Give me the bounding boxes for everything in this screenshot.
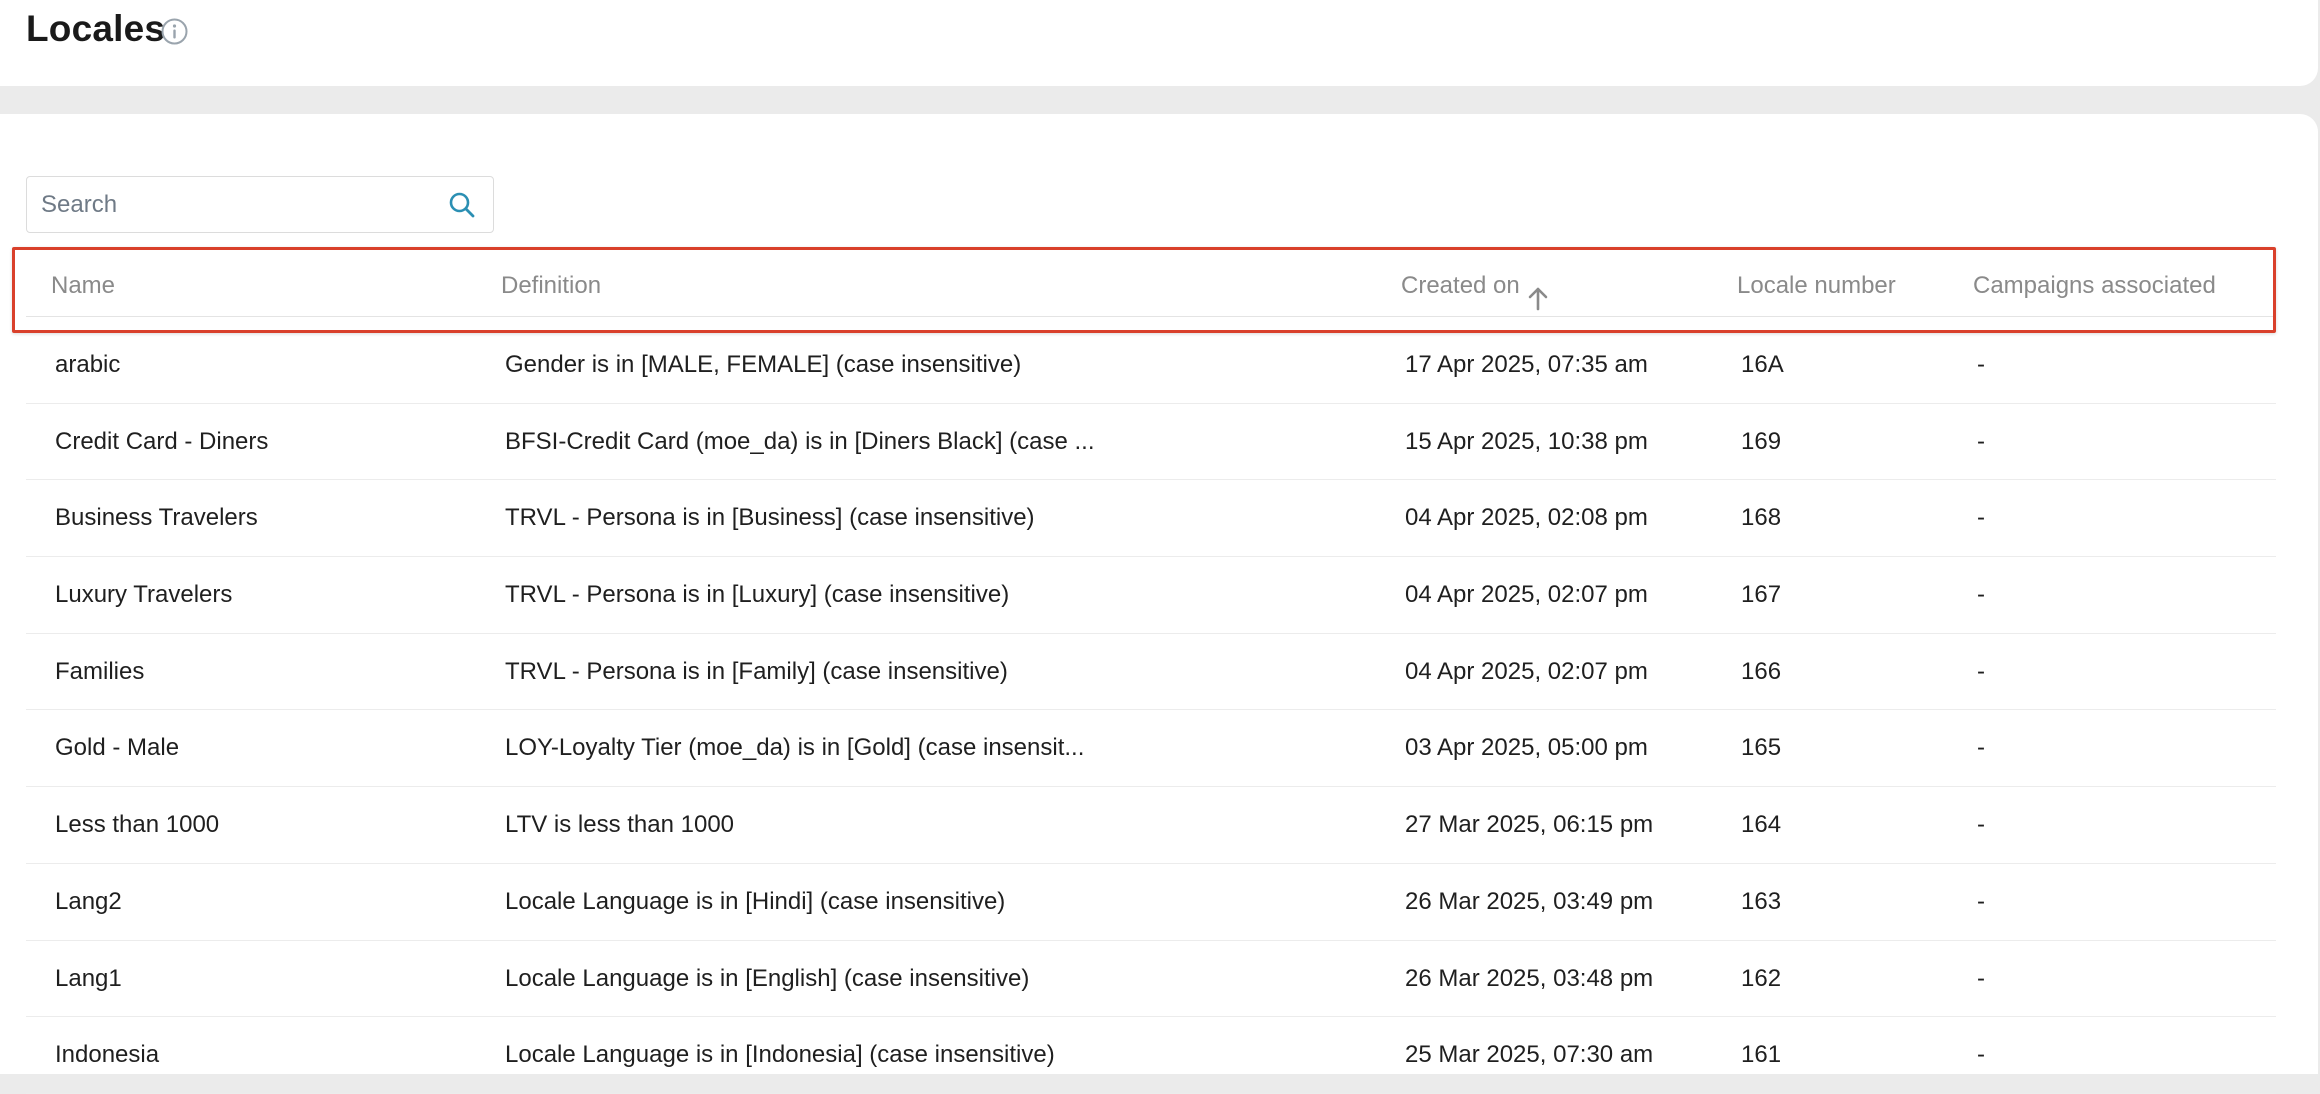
cell-name: Less than 1000 xyxy=(55,787,475,863)
cell-locale-number: 169 xyxy=(1741,404,1941,480)
cell-locale-number: 165 xyxy=(1741,710,1941,786)
cell-locale-number: 163 xyxy=(1741,864,1941,940)
cell-campaigns-associated: - xyxy=(1977,557,2177,633)
cell-definition: Locale Language is in [Indonesia] (case … xyxy=(505,1017,1105,1093)
search-input[interactable] xyxy=(41,177,441,232)
table-header-row: Name Definition Created on Locale number… xyxy=(26,254,2276,317)
cell-created-on: 17 Apr 2025, 07:35 am xyxy=(1405,327,1725,403)
cell-definition: LTV is less than 1000 xyxy=(505,787,1105,863)
column-header-campaigns-associated[interactable]: Campaigns associated xyxy=(1973,254,2216,317)
cell-campaigns-associated: - xyxy=(1977,710,2177,786)
column-header-created-on-label: Created on xyxy=(1401,272,1520,299)
cell-campaigns-associated: - xyxy=(1977,787,2177,863)
table-row[interactable]: Luxury Travelers TRVL - Persona is in [L… xyxy=(26,557,2276,634)
table-row[interactable]: Credit Card - Diners BFSI-Credit Card (m… xyxy=(26,404,2276,481)
cell-definition: LOY-Loyalty Tier (moe_da) is in [Gold] (… xyxy=(505,710,1105,786)
cell-campaigns-associated: - xyxy=(1977,1017,2177,1093)
search-box[interactable] xyxy=(26,176,494,233)
cell-name: Luxury Travelers xyxy=(55,557,475,633)
cell-definition: BFSI-Credit Card (moe_da) is in [Diners … xyxy=(505,404,1105,480)
cell-name: Credit Card - Diners xyxy=(55,404,475,480)
table-row[interactable]: arabic Gender is in [MALE, FEMALE] (case… xyxy=(26,327,2276,404)
cell-name: Gold - Male xyxy=(55,710,475,786)
page-title: Locales xyxy=(26,8,165,50)
cell-created-on: 03 Apr 2025, 05:00 pm xyxy=(1405,710,1725,786)
cell-definition: Locale Language is in [English] (case in… xyxy=(505,941,1105,1017)
cell-campaigns-associated: - xyxy=(1977,941,2177,1017)
cell-locale-number: 168 xyxy=(1741,480,1941,556)
info-circle-icon[interactable] xyxy=(160,17,189,46)
cell-name: Indonesia xyxy=(55,1017,475,1093)
cell-name: arabic xyxy=(55,327,475,403)
cell-locale-number: 161 xyxy=(1741,1017,1941,1093)
table-row[interactable]: Indonesia Locale Language is in [Indones… xyxy=(26,1017,2276,1094)
cell-name: Lang2 xyxy=(55,864,475,940)
cell-campaigns-associated: - xyxy=(1977,634,2177,710)
cell-definition: Locale Language is in [Hindi] (case inse… xyxy=(505,864,1105,940)
cell-created-on: 27 Mar 2025, 06:15 pm xyxy=(1405,787,1725,863)
cell-locale-number: 162 xyxy=(1741,941,1941,1017)
table-row[interactable]: Lang1 Locale Language is in [English] (c… xyxy=(26,941,2276,1018)
cell-created-on: 25 Mar 2025, 07:30 am xyxy=(1405,1017,1725,1093)
cell-created-on: 26 Mar 2025, 03:48 pm xyxy=(1405,941,1725,1017)
cell-name: Families xyxy=(55,634,475,710)
column-header-created-on[interactable]: Created on xyxy=(1401,254,1550,317)
column-header-name[interactable]: Name xyxy=(51,254,115,317)
locales-table-card: Name Definition Created on Locale number… xyxy=(0,114,2318,1074)
search-icon[interactable] xyxy=(447,190,477,220)
cell-definition: TRVL - Persona is in [Luxury] (case inse… xyxy=(505,557,1105,633)
cell-created-on: 26 Mar 2025, 03:49 pm xyxy=(1405,864,1725,940)
cell-definition: TRVL - Persona is in [Business] (case in… xyxy=(505,480,1105,556)
cell-name: Lang1 xyxy=(55,941,475,1017)
cell-created-on: 04 Apr 2025, 02:07 pm xyxy=(1405,557,1725,633)
cell-campaigns-associated: - xyxy=(1977,327,2177,403)
arrow-up-icon[interactable] xyxy=(1526,272,1550,298)
cell-created-on: 15 Apr 2025, 10:38 pm xyxy=(1405,404,1725,480)
cell-locale-number: 167 xyxy=(1741,557,1941,633)
cell-locale-number: 16A xyxy=(1741,327,1941,403)
table-row[interactable]: Gold - Male LOY-Loyalty Tier (moe_da) is… xyxy=(26,710,2276,787)
cell-campaigns-associated: - xyxy=(1977,864,2177,940)
cell-created-on: 04 Apr 2025, 02:08 pm xyxy=(1405,480,1725,556)
cell-campaigns-associated: - xyxy=(1977,480,2177,556)
cell-name: Business Travelers xyxy=(55,480,475,556)
table-body: arabic Gender is in [MALE, FEMALE] (case… xyxy=(26,327,2276,1094)
cell-locale-number: 166 xyxy=(1741,634,1941,710)
table-row[interactable]: Families TRVL - Persona is in [Family] (… xyxy=(26,634,2276,711)
column-header-definition[interactable]: Definition xyxy=(501,254,601,317)
cell-definition: TRVL - Persona is in [Family] (case inse… xyxy=(505,634,1105,710)
cell-definition: Gender is in [MALE, FEMALE] (case insens… xyxy=(505,327,1105,403)
cell-campaigns-associated: - xyxy=(1977,404,2177,480)
cell-locale-number: 164 xyxy=(1741,787,1941,863)
table-row[interactable]: Less than 1000 LTV is less than 1000 27 … xyxy=(26,787,2276,864)
table-row[interactable]: Lang2 Locale Language is in [Hindi] (cas… xyxy=(26,864,2276,941)
table-row[interactable]: Business Travelers TRVL - Persona is in … xyxy=(26,480,2276,557)
column-header-locale-number[interactable]: Locale number xyxy=(1737,254,1896,317)
page-header: Locales xyxy=(0,0,2318,86)
cell-created-on: 04 Apr 2025, 02:07 pm xyxy=(1405,634,1725,710)
